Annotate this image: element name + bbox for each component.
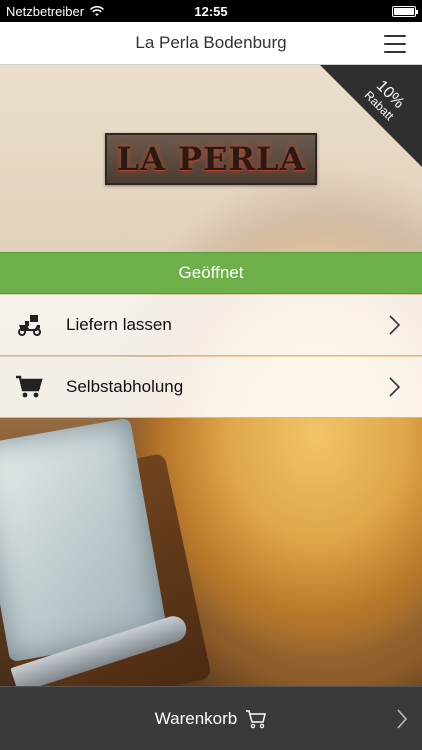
chevron-right-icon [389,377,401,397]
open-status-label: Geöffnet [178,263,244,282]
nav-bar: La Perla Bodenburg [0,22,422,65]
shopping-cart-icon [14,372,44,402]
open-status-bar: Geöffnet [0,252,422,294]
cart-label: Warenkorb [154,708,238,728]
clock: 12:55 [194,3,228,19]
cart-icon [246,709,267,728]
pickup-option[interactable]: Selbstabholung [0,357,422,418]
battery-icon [392,5,418,17]
restaurant-logo: LA PERLA [105,133,317,185]
chevron-right-icon [397,709,408,729]
delivery-option[interactable]: Liefern lassen [0,295,422,356]
delivery-label: Liefern lassen [66,315,172,334]
logo-text: LA PERLA [116,140,306,178]
delivery-scooter-icon [14,310,44,340]
discount-ribbon: 10% Rabatt [320,65,422,167]
status-bar: Netzbetreiber 12:55 [0,0,422,22]
page-title: La Perla Bodenburg [135,33,287,52]
pickup-label: Selbstabholung [66,377,184,396]
hamburger-menu-icon[interactable] [384,35,406,53]
cart-bar[interactable]: Warenkorb [0,686,422,750]
chevron-right-icon [389,315,401,335]
